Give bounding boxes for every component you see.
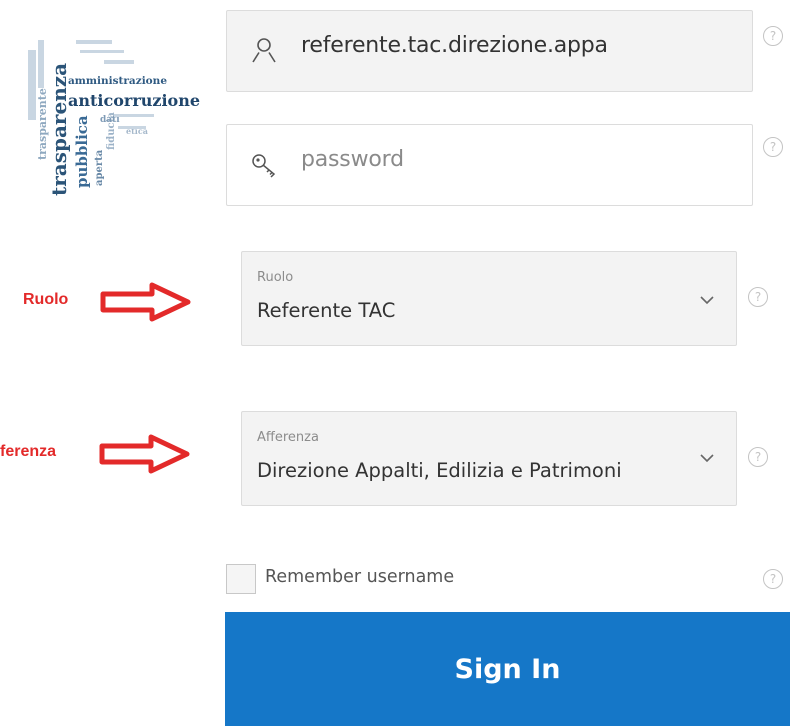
username-value: referente.tac.direzione.appa xyxy=(301,33,608,58)
key-icon xyxy=(252,154,276,178)
remember-help-icon[interactable]: ? xyxy=(763,569,783,589)
logo-word: aperta xyxy=(94,149,105,186)
username-field[interactable]: referente.tac.direzione.appa xyxy=(226,10,753,92)
logo-word: trasparente xyxy=(36,88,49,160)
logo-word: pubblica xyxy=(73,115,91,188)
ruolo-select[interactable]: Ruolo Referente TAC xyxy=(241,251,737,346)
ruolo-label: Ruolo xyxy=(257,270,294,285)
password-placeholder: password xyxy=(301,147,404,172)
red-arrow-icon xyxy=(100,282,191,322)
password-help-icon[interactable]: ? xyxy=(763,137,783,157)
afferenza-help-icon[interactable]: ? xyxy=(748,447,768,467)
afferenza-annotation: ferenza xyxy=(0,443,57,460)
remember-username-checkbox[interactable] xyxy=(226,564,256,594)
remember-username-label[interactable]: Remember username xyxy=(265,567,454,587)
password-field[interactable]: password xyxy=(226,124,753,206)
chevron-down-icon xyxy=(700,296,714,305)
word-cloud-logo-icon: trasparenza pubblica aperta trasparente … xyxy=(28,40,200,196)
user-icon xyxy=(252,38,276,63)
ruolo-annotation: Ruolo xyxy=(23,291,69,308)
afferenza-value: Direzione Appalti, Edilizia e Patrimoni xyxy=(257,459,622,482)
chevron-down-icon xyxy=(700,454,714,463)
logo-word: anticorruzione xyxy=(68,91,200,110)
afferenza-select[interactable]: Afferenza Direzione Appalti, Edilizia e … xyxy=(241,411,737,506)
ruolo-value: Referente TAC xyxy=(257,299,396,322)
red-arrow-icon xyxy=(99,434,190,474)
ruolo-help-icon[interactable]: ? xyxy=(748,287,768,307)
logo: trasparenza pubblica aperta trasparente … xyxy=(14,10,212,206)
logo-word: amministrazione xyxy=(68,75,167,87)
afferenza-label: Afferenza xyxy=(257,430,319,445)
username-help-icon[interactable]: ? xyxy=(763,26,783,46)
sign-in-button[interactable]: Sign In xyxy=(225,612,790,726)
